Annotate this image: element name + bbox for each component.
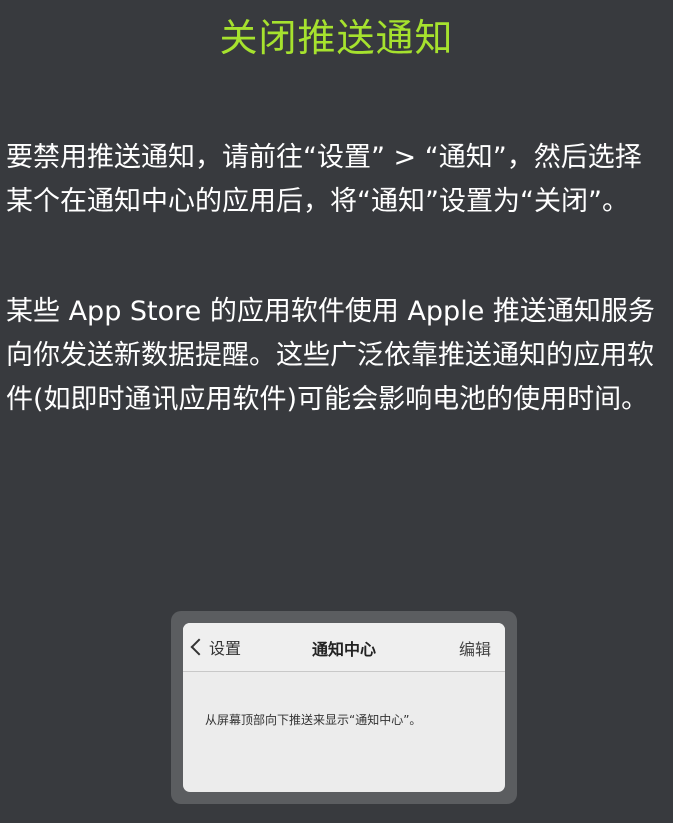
- instruction-paragraph-disable: 要禁用推送通知，请前往“设置” > “通知”，然后选择某个在通知中心的应用后，将…: [6, 142, 642, 217]
- pull-down-hint: 从屏幕顶部向下推送来显示“通知中心”。: [205, 713, 422, 727]
- page-title: 关闭推送通知: [219, 16, 454, 60]
- edit-button[interactable]: 编辑: [459, 636, 491, 660]
- nav-title: 通知中心: [311, 640, 376, 659]
- illustration-nav-bar: 设置 通知中心 编辑: [183, 623, 505, 672]
- illustration-screen: 设置 通知中心 编辑 从屏幕顶部向下推送来显示“通知中心”。: [183, 623, 505, 792]
- notification-center-illustration: 设置 通知中心 编辑 从屏幕顶部向下推送来显示“通知中心”。: [171, 611, 517, 804]
- info-paragraph-battery: 某些 App Store 的应用软件使用 Apple 推送通知服务向你发送新数据…: [6, 296, 655, 415]
